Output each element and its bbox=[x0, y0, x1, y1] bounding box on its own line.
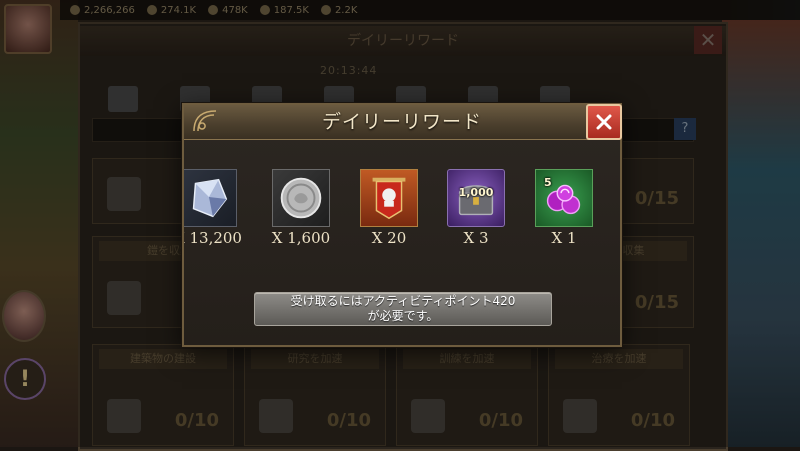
purple-orb-icon: 5 bbox=[535, 169, 593, 227]
requirement-notice: 受け取るにはアクティビティポイント420 が必要です。 bbox=[254, 292, 552, 326]
orb-amount-label: 5 bbox=[544, 176, 552, 189]
daily-reward-modal: デイリーリワード X 13,200 bbox=[182, 103, 622, 347]
reward-quantity: X 20 bbox=[371, 229, 407, 247]
reward-item[interactable]: X 13,200 bbox=[184, 169, 253, 247]
reward-quantity: X 1,600 bbox=[271, 229, 331, 247]
silver-coin-icon bbox=[272, 169, 330, 227]
reward-item[interactable]: 1,000 X 3 bbox=[431, 169, 521, 247]
reward-quantity: X 3 bbox=[463, 229, 489, 247]
banner-icon bbox=[360, 169, 418, 227]
reward-quantity: X 13,200 bbox=[184, 229, 242, 247]
chest-amount-label: 1,000 bbox=[458, 186, 494, 199]
reward-quantity: X 1 bbox=[551, 229, 577, 247]
reward-item[interactable]: X 1,600 bbox=[256, 169, 346, 247]
gem-icon bbox=[184, 169, 237, 227]
requirement-text: 受け取るにはアクティビティポイント420 が必要です。 bbox=[290, 294, 516, 323]
resource-chest-icon: 1,000 bbox=[447, 169, 505, 227]
reward-item[interactable]: X 20 bbox=[344, 169, 434, 247]
reward-item[interactable]: 5 X 1 bbox=[519, 169, 609, 247]
